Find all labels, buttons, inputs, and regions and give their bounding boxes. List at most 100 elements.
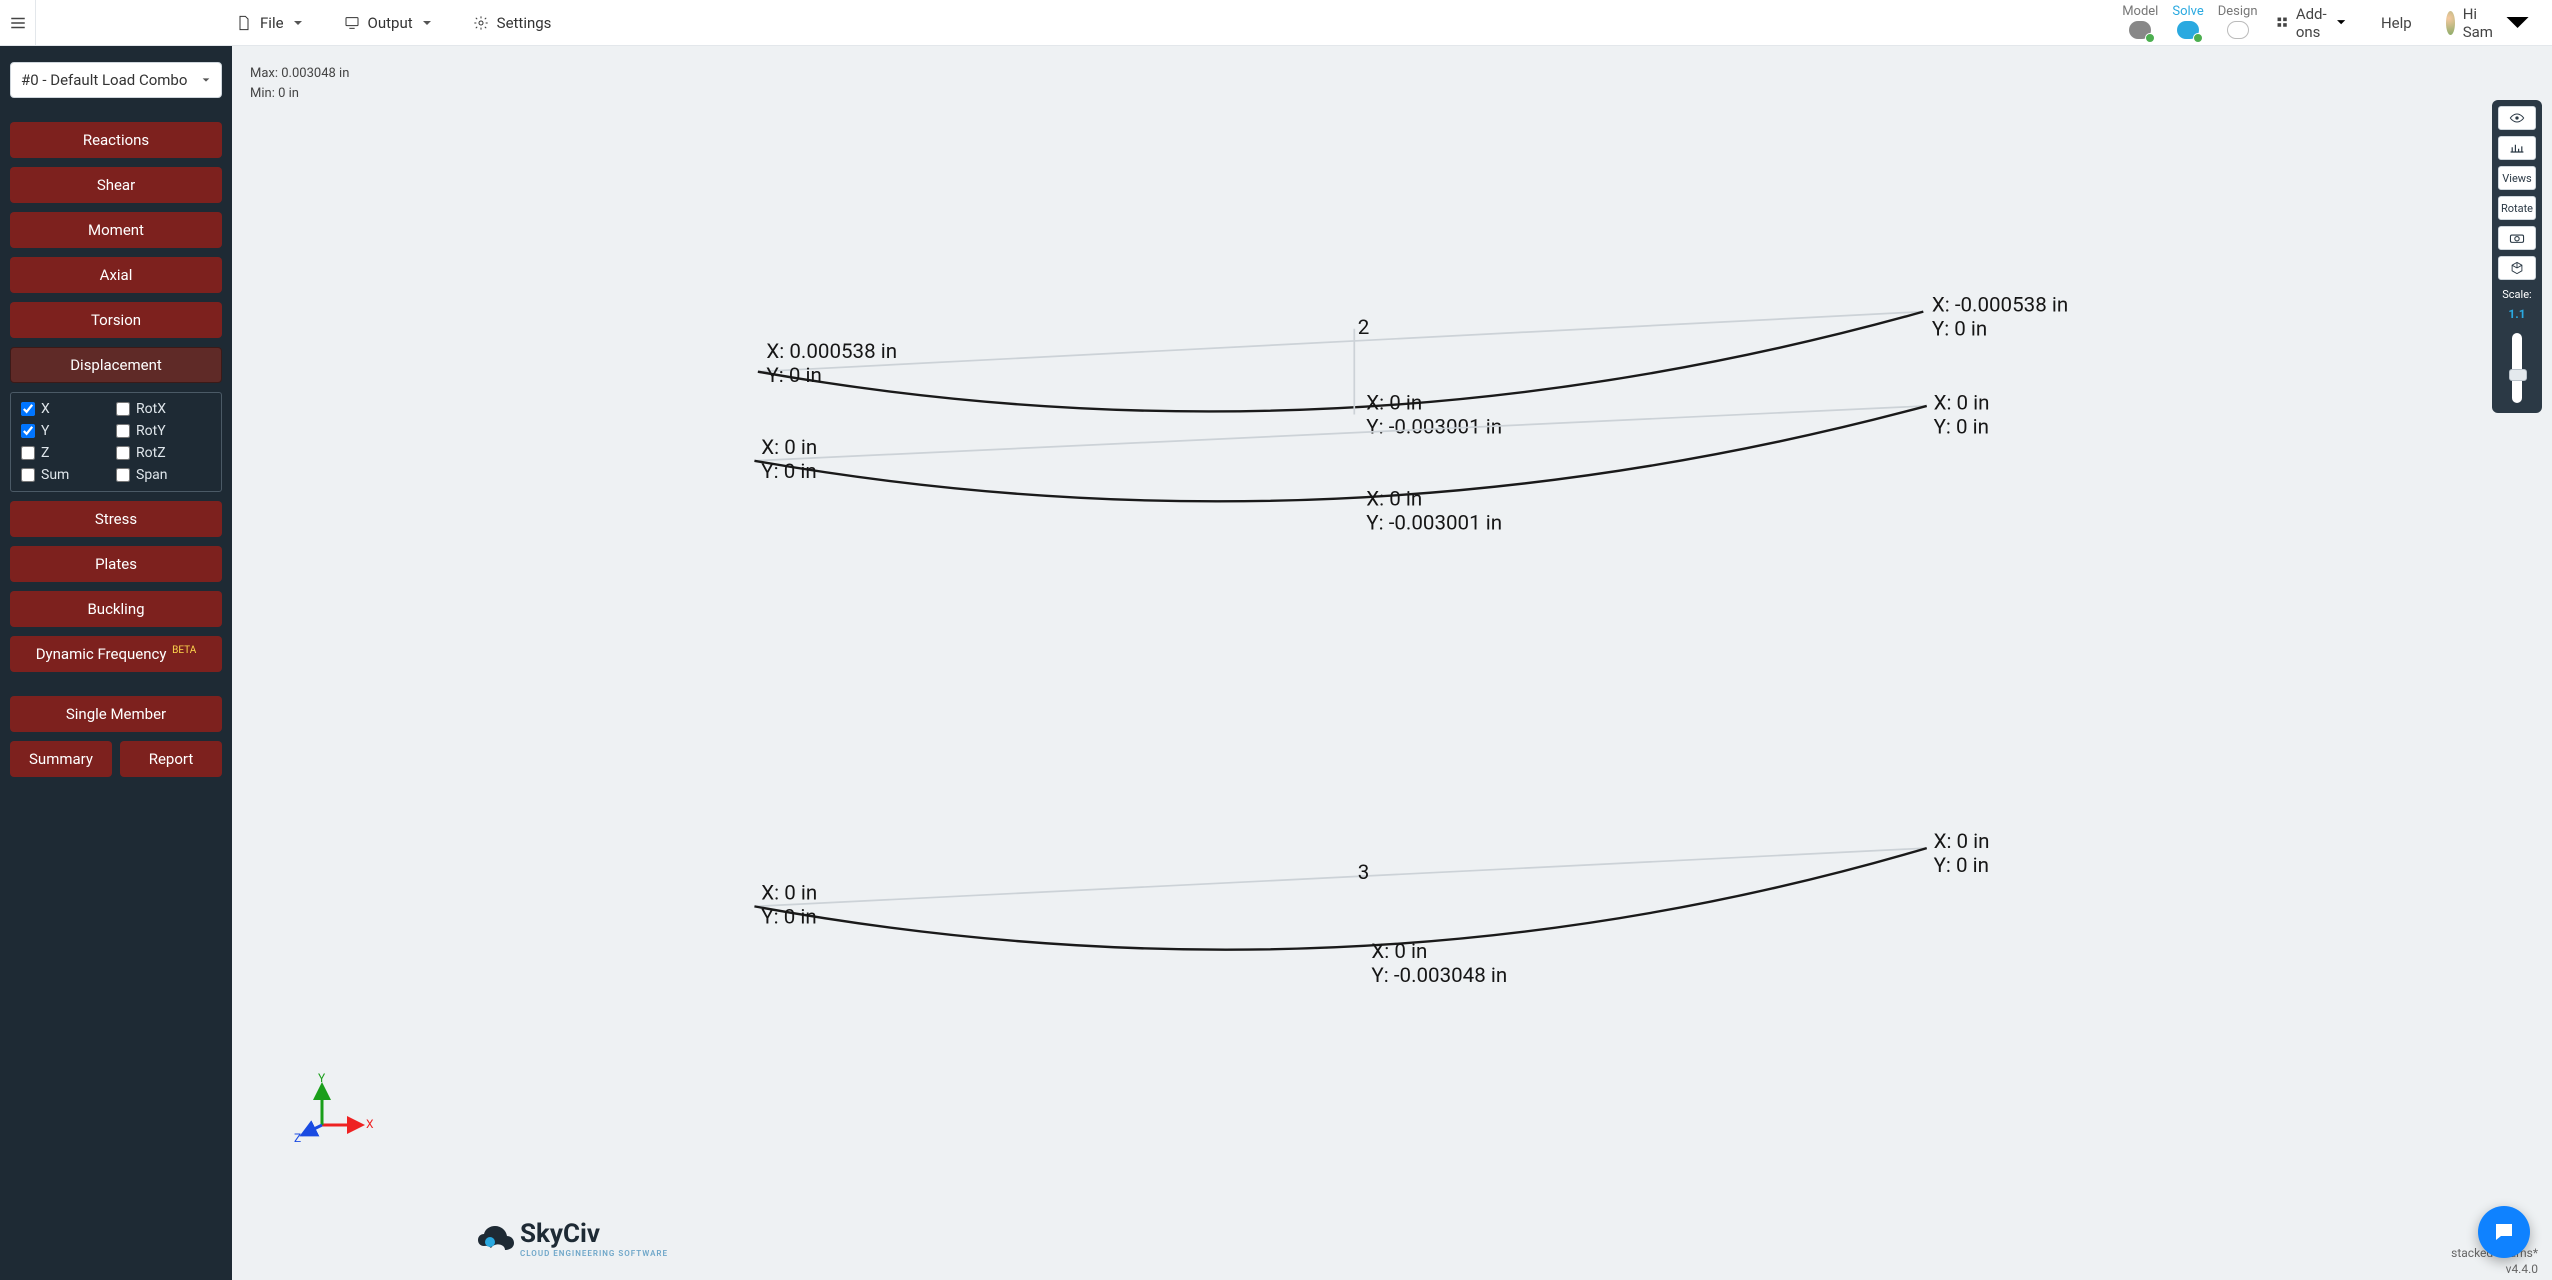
svg-text:X: 0 in: X: 0 in xyxy=(761,882,817,906)
svg-text:Y: 0 in: Y: 0 in xyxy=(761,460,816,484)
btn-summary[interactable]: Summary xyxy=(10,741,112,777)
opt-y[interactable]: Y xyxy=(21,423,116,439)
gear-icon xyxy=(473,15,489,31)
topbar-right: Add-ons ? Help Hi Sam xyxy=(2258,0,2552,45)
tab-design-label: Design xyxy=(2218,4,2258,19)
btn-stress[interactable]: Stress xyxy=(10,501,222,537)
btn-dynfreq[interactable]: Dynamic Frequency BETA xyxy=(10,636,222,672)
svg-text:X: 0 in: X: 0 in xyxy=(1366,487,1422,511)
btn-axial[interactable]: Axial xyxy=(10,257,222,293)
btn-plates[interactable]: Plates xyxy=(10,546,222,582)
tool-chart[interactable] xyxy=(2498,136,2536,160)
chevron-down-icon xyxy=(421,17,433,29)
menu-settings[interactable]: Settings xyxy=(473,14,552,32)
displacement-plot: X: 0.000538 in Y: 0 in X: 0 in Y: -0.003… xyxy=(232,46,2552,1280)
model-status-icon xyxy=(2129,21,2151,39)
displacement-options: X RotX Y RotY Z RotZ Sum Span xyxy=(10,392,222,492)
tool-cube[interactable] xyxy=(2498,256,2536,280)
logo-tagline: CLOUD ENGINEERING SOFTWARE xyxy=(520,1249,668,1258)
btn-single-member[interactable]: Single Member xyxy=(10,696,222,732)
svg-text:Y: Y xyxy=(318,1071,326,1085)
tab-model-label: Model xyxy=(2122,4,2158,19)
opt-rotz[interactable]: RotZ xyxy=(116,445,211,461)
sidebar: #0 - Default Load Combo Reactions Shear … xyxy=(0,46,232,1280)
opt-x[interactable]: X xyxy=(21,401,116,417)
topbar: File Output Settings Model Solve Design xyxy=(0,0,2552,46)
hamburger-icon xyxy=(9,14,27,32)
tab-solve-label: Solve xyxy=(2172,4,2203,19)
chat-icon xyxy=(2492,1220,2516,1244)
load-combo-select[interactable]: #0 - Default Load Combo xyxy=(10,62,222,98)
opt-roty[interactable]: RotY xyxy=(116,423,211,439)
svg-text:Y: 0 in: Y: 0 in xyxy=(761,906,816,930)
design-status-icon xyxy=(2227,21,2249,39)
btn-shear[interactable]: Shear xyxy=(10,167,222,203)
chevron-down-icon xyxy=(201,75,211,85)
canvas[interactable]: Max: 0.003048 in Min: 0 in X: 0.000538 i… xyxy=(232,46,2552,1280)
svg-text:Y: -0.003001 in: Y: -0.003001 in xyxy=(1366,511,1502,535)
chart-icon xyxy=(2509,142,2525,154)
scale-value: 1.1 xyxy=(2508,307,2525,321)
chk-rotz[interactable] xyxy=(116,446,130,460)
svg-text:3: 3 xyxy=(1358,861,1370,885)
tool-views[interactable]: Views xyxy=(2498,166,2536,190)
chk-span[interactable] xyxy=(116,468,130,482)
tool-rotate[interactable]: Rotate xyxy=(2498,196,2536,220)
menu-addons[interactable]: Add-ons xyxy=(2276,5,2347,41)
btn-report[interactable]: Report xyxy=(120,741,222,777)
load-combo-value: #0 - Default Load Combo xyxy=(21,71,187,89)
chk-rotx[interactable] xyxy=(116,402,130,416)
tool-camera[interactable] xyxy=(2498,226,2536,250)
solve-status-icon xyxy=(2177,21,2199,39)
topbar-menus: File Output Settings xyxy=(36,0,551,45)
tab-design[interactable]: Design xyxy=(2218,4,2258,39)
tab-solve[interactable]: Solve xyxy=(2172,4,2203,39)
tool-eye[interactable] xyxy=(2498,106,2536,130)
grid-icon xyxy=(2276,16,2288,28)
btn-torsion[interactable]: Torsion xyxy=(10,302,222,338)
view-toolstrip: Views Rotate Scale: 1.1 xyxy=(2492,100,2542,413)
opt-z[interactable]: Z xyxy=(21,445,116,461)
tab-model[interactable]: Model xyxy=(2122,4,2158,39)
cube-icon xyxy=(2510,261,2524,275)
menu-file[interactable]: File xyxy=(236,14,304,32)
scale-slider[interactable] xyxy=(2512,333,2522,403)
menu-help[interactable]: ? Help xyxy=(2373,14,2420,32)
version-label: v4.4.0 xyxy=(2506,1262,2538,1276)
opt-rotx[interactable]: RotX xyxy=(116,401,211,417)
svg-text:X: 0 in: X: 0 in xyxy=(761,436,817,460)
user-menu[interactable]: Hi Sam xyxy=(2446,5,2534,41)
svg-text:X: 0 in: X: 0 in xyxy=(1366,391,1422,415)
svg-text:Y: 0 in: Y: 0 in xyxy=(766,364,821,388)
menu-addons-label: Add-ons xyxy=(2296,5,2327,41)
opt-span[interactable]: Span xyxy=(116,467,211,483)
chk-z[interactable] xyxy=(21,446,35,460)
btn-moment[interactable]: Moment xyxy=(10,212,222,248)
logo-icon xyxy=(476,1222,516,1256)
camera-icon xyxy=(2509,232,2525,244)
beta-tag: BETA xyxy=(172,645,196,656)
svg-text:X: X xyxy=(366,1117,374,1131)
btn-displacement[interactable]: Displacement xyxy=(10,347,222,383)
menu-help-label: Help xyxy=(2381,14,2412,32)
chk-sum[interactable] xyxy=(21,468,35,482)
chk-roty[interactable] xyxy=(116,424,130,438)
svg-text:X: 0 in: X: 0 in xyxy=(1371,940,1427,964)
btn-reactions[interactable]: Reactions xyxy=(10,122,222,158)
svg-text:X: 0.000538 in: X: 0.000538 in xyxy=(766,340,897,364)
chk-x[interactable] xyxy=(21,402,35,416)
svg-text:Y: 0 in: Y: 0 in xyxy=(1934,854,1989,878)
hamburger-menu[interactable] xyxy=(0,0,36,45)
opt-sum[interactable]: Sum xyxy=(21,467,116,483)
chevron-down-icon xyxy=(292,17,304,29)
chk-y[interactable] xyxy=(21,424,35,438)
menu-settings-label: Settings xyxy=(497,14,552,32)
svg-text:Z: Z xyxy=(294,1131,301,1145)
svg-text:Y: 0 in: Y: 0 in xyxy=(1934,415,1989,439)
chat-button[interactable] xyxy=(2478,1206,2530,1258)
btn-buckling[interactable]: Buckling xyxy=(10,591,222,627)
svg-text:Y: 0 in: Y: 0 in xyxy=(1932,318,1987,342)
menu-output[interactable]: Output xyxy=(344,14,433,32)
mode-tabs: Model Solve Design xyxy=(2122,0,2257,45)
scale-label: Scale: xyxy=(2502,288,2531,301)
